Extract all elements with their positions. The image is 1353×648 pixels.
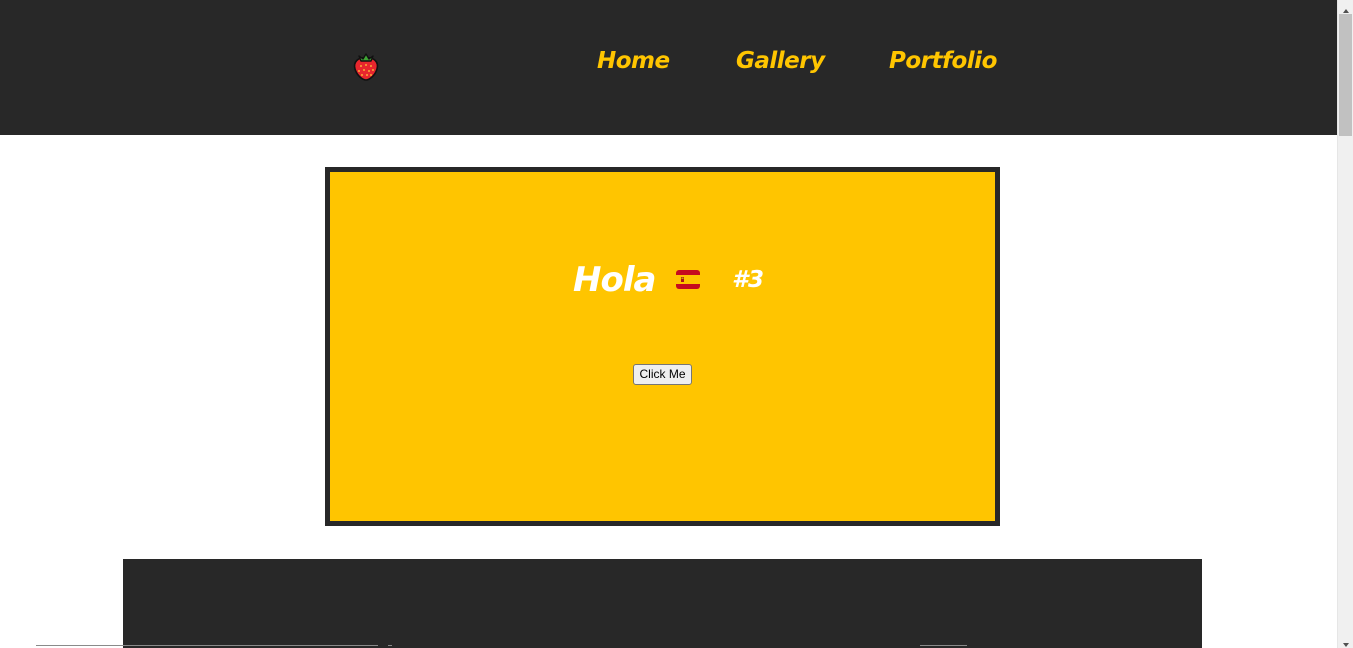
navbar: Home Gallery Portfolio	[0, 0, 1337, 135]
greeting-text: Hola	[573, 260, 656, 300]
vertical-scrollbar[interactable]	[1337, 0, 1353, 648]
browser-viewport: Home Gallery Portfolio Hola #3 Click Me	[0, 0, 1353, 648]
scroll-up-arrow-icon[interactable]	[1342, 2, 1350, 13]
scroll-down-arrow-icon[interactable]	[1342, 636, 1350, 647]
greeting-card: Hola #3 Click Me	[325, 167, 1000, 526]
footer-section	[123, 559, 1202, 648]
strawberry-icon[interactable]	[352, 51, 380, 81]
nav-link-gallery[interactable]: Gallery	[736, 48, 825, 74]
footer-divider	[388, 645, 392, 646]
spain-flag-icon	[675, 269, 701, 290]
footer-divider	[36, 645, 378, 646]
scrollbar-thumb[interactable]	[1339, 14, 1352, 136]
footer-divider	[920, 645, 967, 646]
click-me-button[interactable]: Click Me	[633, 364, 692, 385]
nav-link-portfolio[interactable]: Portfolio	[889, 48, 997, 74]
page: Home Gallery Portfolio Hola #3 Click Me	[0, 0, 1337, 648]
click-counter: #3	[732, 267, 765, 293]
nav-link-home[interactable]: Home	[597, 48, 670, 74]
